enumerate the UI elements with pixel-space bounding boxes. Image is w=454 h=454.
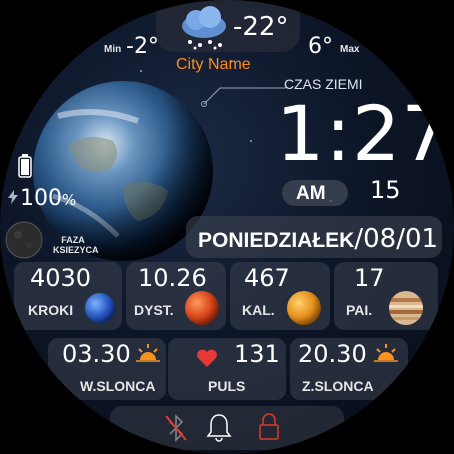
sunset-icon [374, 344, 398, 362]
sunset-time: 20.30 [298, 340, 367, 368]
snow-cloud-icon [182, 6, 226, 50]
moon-label-line1: FAZA [61, 235, 85, 245]
sunrise-label: W.SLONCA [80, 378, 156, 394]
star [140, 70, 142, 72]
pulse-value: 131 [234, 340, 280, 368]
max-temperature: 6° [308, 34, 333, 59]
moon-phase-label: FAZA KSIEZYCA [53, 235, 99, 255]
time-hours: 1 [276, 89, 326, 178]
weekday: PONIEDZIAŁEK [198, 229, 355, 252]
battery-icon [18, 154, 32, 178]
star [250, 140, 252, 142]
floors-value: 17 [354, 264, 385, 292]
steps-label: KROKI [28, 302, 74, 318]
watch-face: -22° Min -2° 6° Max City Name CZAS ZIEMI… [0, 0, 454, 454]
mars-icon [185, 291, 219, 325]
date-value: 08/01 [363, 224, 439, 254]
jupiter-icon [389, 291, 423, 325]
charging-bolt-icon [8, 190, 18, 204]
battery-percent-sign: % [62, 191, 77, 209]
date-slash: / [354, 224, 364, 254]
battery-value: 100 [20, 186, 62, 211]
time-minutes: 27 [351, 89, 451, 178]
moon-phase-icon [5, 221, 43, 259]
min-temperature: -2° [126, 34, 159, 59]
floors-label: PAI. [346, 302, 373, 318]
venus-icon [287, 291, 321, 325]
bluetooth-disabled-icon [165, 414, 187, 442]
time-display: 1:27 [276, 96, 451, 172]
seconds: 15 [370, 176, 401, 204]
lock-icon[interactable] [258, 412, 280, 442]
bell-icon[interactable] [206, 412, 232, 442]
ampm: AM [296, 183, 326, 204]
calories-label: KAL. [242, 302, 275, 318]
battery-percent: 100% [20, 186, 76, 211]
moon-label-line2: KSIEZYCA [53, 245, 99, 255]
neptune-icon [85, 293, 115, 323]
pulse-label: PULS [208, 378, 246, 394]
distance-value: 10.26 [138, 264, 207, 292]
sunrise-time: 03.30 [62, 340, 131, 368]
sunset-label: Z.SLONCA [302, 378, 374, 394]
date-display: PONIEDZIAŁEK/08/01 [198, 224, 438, 254]
max-label: Max [340, 44, 360, 55]
min-label: Min [104, 44, 122, 55]
current-temperature: -22° [233, 12, 289, 42]
heart-icon [197, 349, 217, 367]
time-colon: : [325, 89, 352, 178]
calories-value: 467 [244, 264, 290, 292]
steps-value: 4030 [30, 264, 92, 292]
distance-label: DYST. [134, 302, 174, 318]
sunrise-icon [136, 344, 160, 362]
city-name: City Name [176, 56, 251, 73]
